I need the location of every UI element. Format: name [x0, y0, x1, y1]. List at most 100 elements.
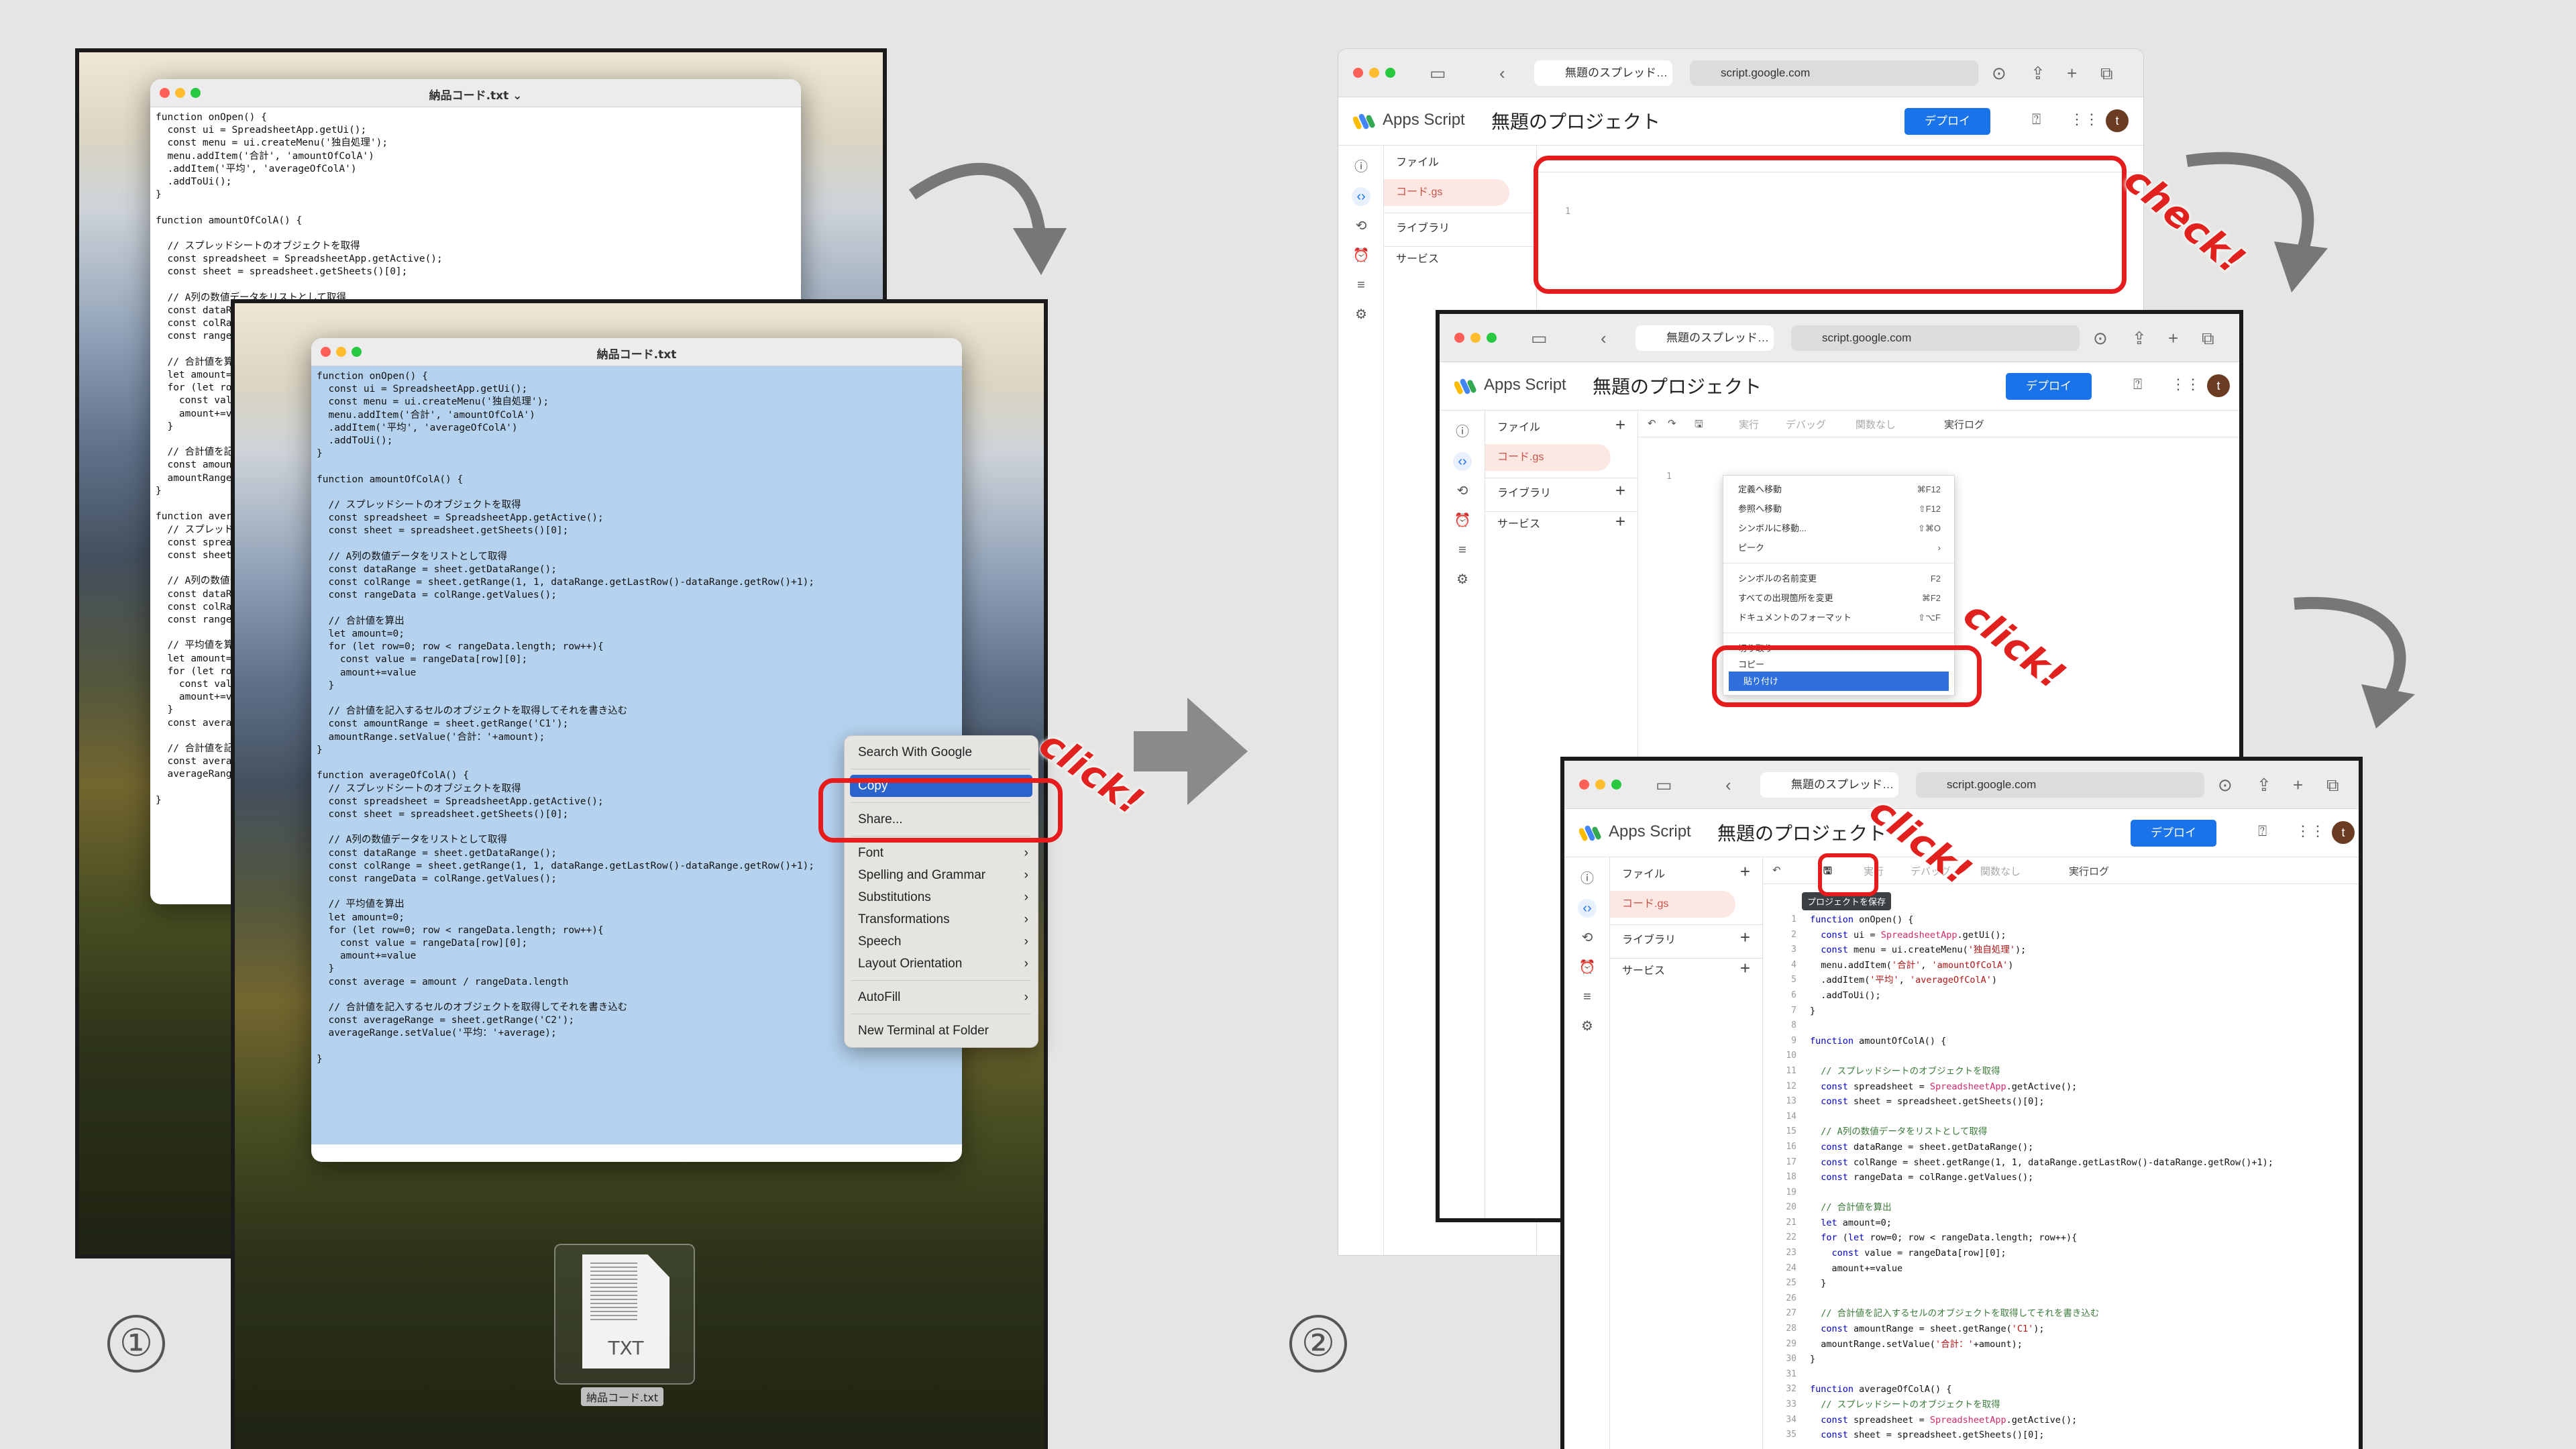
back-icon[interactable]: ‹	[1601, 326, 1607, 350]
undo-icon[interactable]: ↶	[1772, 864, 1781, 876]
function-select[interactable]: 関数なし	[1980, 864, 2021, 878]
trigger-icon[interactable]: ⏰	[1578, 958, 1597, 977]
avatar[interactable]: t	[2106, 109, 2129, 132]
minimize-button[interactable]	[1595, 780, 1605, 790]
sidebar-icon[interactable]: ▭	[1430, 61, 1446, 85]
project-title[interactable]: 無題のプロジェクト	[1593, 372, 1762, 399]
menu-item-spelling[interactable]: Spelling and Grammar ›	[845, 864, 1038, 886]
tabs-overview-icon[interactable]: ⧉	[2326, 773, 2339, 797]
trigger-icon[interactable]: ⏰	[1453, 511, 1472, 530]
address-bar[interactable]: script.google.com	[1791, 325, 2080, 351]
menu-item-goto-references[interactable]: 参照へ移動 ⇧F12	[1723, 499, 1954, 519]
history-icon[interactable]: ⟲	[1352, 217, 1371, 235]
new-tab-icon[interactable]: +	[2067, 61, 2077, 85]
menu-item-substitutions[interactable]: Substitutions ›	[845, 886, 1038, 908]
apps-grid-icon[interactable]: ⋮⋮	[2070, 111, 2099, 128]
menu-item-format-document[interactable]: ドキュメントのフォーマット ⇧⌥F	[1723, 608, 1954, 627]
deploy-button[interactable]: デプロイ	[2131, 820, 2216, 847]
address-bar[interactable]: script.google.com	[1690, 60, 1978, 86]
executions-icon[interactable]: ≡	[1352, 276, 1371, 294]
menu-item-search-google[interactable]: Search With Google	[845, 741, 1038, 763]
help-icon[interactable]: ⍰	[2258, 822, 2267, 840]
help-icon[interactable]: ⍰	[2133, 376, 2142, 393]
zoom-button[interactable]	[1487, 333, 1497, 343]
avatar[interactable]: t	[2332, 821, 2355, 844]
run-button[interactable]: 実行	[1739, 417, 1759, 431]
file-code-gs[interactable]: コード.gs	[1485, 444, 1611, 471]
add-library-icon[interactable]: +	[1740, 927, 1750, 948]
add-service-icon[interactable]: +	[1740, 958, 1750, 979]
help-icon[interactable]: ⍰	[2032, 111, 2041, 128]
zoom-button[interactable]	[1385, 68, 1395, 78]
tabs-overview-icon[interactable]: ⧉	[2202, 326, 2214, 350]
menu-item-peek[interactable]: ピーク ›	[1723, 538, 1954, 557]
function-select[interactable]: 関数なし	[1856, 417, 1896, 431]
avatar[interactable]: t	[2207, 374, 2230, 397]
debug-button[interactable]: デバッグ	[1786, 417, 1826, 431]
add-file-icon[interactable]: +	[1740, 861, 1750, 882]
apps-grid-icon[interactable]: ⋮⋮	[2171, 376, 2200, 393]
executions-icon[interactable]: ≡	[1453, 541, 1472, 559]
address-bar[interactable]: script.google.com	[1916, 772, 2204, 798]
deploy-button[interactable]: デプロイ	[2006, 373, 2092, 400]
apps-grid-icon[interactable]: ⋮⋮	[2296, 822, 2325, 840]
undo-icon[interactable]: ↶	[1648, 417, 1656, 429]
code-text[interactable]: function onOpen() { const ui = Spreadshe…	[1810, 912, 2273, 1443]
new-tab-icon[interactable]: +	[2293, 773, 2303, 797]
menu-item-new-terminal[interactable]: New Terminal at Folder	[845, 1020, 1038, 1042]
settings-icon[interactable]: ⚙	[1578, 1017, 1597, 1036]
close-button[interactable]	[1353, 68, 1363, 78]
project-title[interactable]: 無題のプロジェクト	[1491, 107, 1660, 134]
code-editor-filled[interactable]: 1 2 3 4 5 6 7 8 9 10 11 12 13 14 15 16 17 18 19 20 21 22 23 24 2…	[1763, 912, 2359, 1449]
back-icon[interactable]: ‹	[1499, 61, 1505, 85]
minimize-button[interactable]	[1470, 333, 1481, 343]
code-icon[interactable]: ‹›	[1352, 187, 1371, 206]
add-service-icon[interactable]: +	[1615, 511, 1625, 532]
tabs-overview-icon[interactable]: ⧉	[2100, 61, 2113, 85]
services-label[interactable]: サービス	[1384, 246, 1536, 273]
info-icon[interactable]: ⓘ	[1352, 158, 1371, 176]
code-icon[interactable]: ‹›	[1578, 899, 1597, 918]
sidebar-icon[interactable]: ▭	[1656, 773, 1672, 797]
tab-spreadsheet[interactable]: 無題のスプレッド…	[1760, 772, 1898, 798]
menu-item-font[interactable]: Font ›	[845, 842, 1038, 864]
redo-icon[interactable]: ↷	[1668, 417, 1676, 429]
download-icon[interactable]: ⊙	[2218, 773, 2233, 797]
download-icon[interactable]: ⊙	[1992, 61, 2006, 85]
menu-item-goto-definition[interactable]: 定義へ移動 ⌘F12	[1723, 480, 1954, 499]
tab-spreadsheet[interactable]: 無題のスプレッド…	[1534, 60, 1672, 86]
history-icon[interactable]: ⟲	[1578, 928, 1597, 947]
zoom-button[interactable]	[1611, 780, 1621, 790]
minimize-button[interactable]	[1369, 68, 1379, 78]
menu-item-goto-symbol[interactable]: シンボルに移動... ⇧⌘O	[1723, 519, 1954, 538]
txt-file-icon[interactable]: TXT	[554, 1244, 695, 1385]
settings-icon[interactable]: ⚙	[1352, 305, 1371, 324]
info-icon[interactable]: ⓘ	[1578, 869, 1597, 888]
info-icon[interactable]: ⓘ	[1453, 423, 1472, 441]
trigger-icon[interactable]: ⏰	[1352, 246, 1371, 265]
tab-spreadsheet[interactable]: 無題のスプレッド…	[1635, 325, 1774, 351]
back-icon[interactable]: ‹	[1725, 773, 1731, 797]
executions-icon[interactable]: ≡	[1578, 987, 1597, 1006]
close-button[interactable]	[1579, 780, 1589, 790]
new-tab-icon[interactable]: +	[2168, 326, 2178, 350]
code-icon[interactable]: ‹›	[1453, 452, 1472, 471]
exec-log-button[interactable]: 実行ログ	[2069, 864, 2109, 878]
add-file-icon[interactable]: +	[1615, 415, 1625, 435]
exec-log-button[interactable]: 実行ログ	[1944, 417, 1984, 431]
deploy-button[interactable]: デプロイ	[1904, 108, 1990, 135]
menu-item-layout-orientation[interactable]: Layout Orientation ›	[845, 953, 1038, 975]
history-icon[interactable]: ⟲	[1453, 482, 1472, 500]
share-icon[interactable]: ⇪	[2132, 326, 2147, 350]
library-label[interactable]: ライブラリ	[1384, 215, 1536, 242]
file-code-gs[interactable]: コード.gs	[1384, 179, 1509, 206]
menu-item-speech[interactable]: Speech ›	[845, 930, 1038, 953]
file-code-gs[interactable]: コード.gs	[1610, 891, 1735, 918]
share-icon[interactable]: ⇪	[2031, 61, 2045, 85]
close-button[interactable]	[1454, 333, 1464, 343]
menu-item-change-all[interactable]: すべての出現箇所を変更 ⌘F2	[1723, 588, 1954, 608]
menu-item-transformations[interactable]: Transformations ›	[845, 908, 1038, 930]
save-icon[interactable]: 🖫	[1695, 417, 1703, 434]
settings-icon[interactable]: ⚙	[1453, 570, 1472, 589]
download-icon[interactable]: ⊙	[2093, 326, 2108, 350]
